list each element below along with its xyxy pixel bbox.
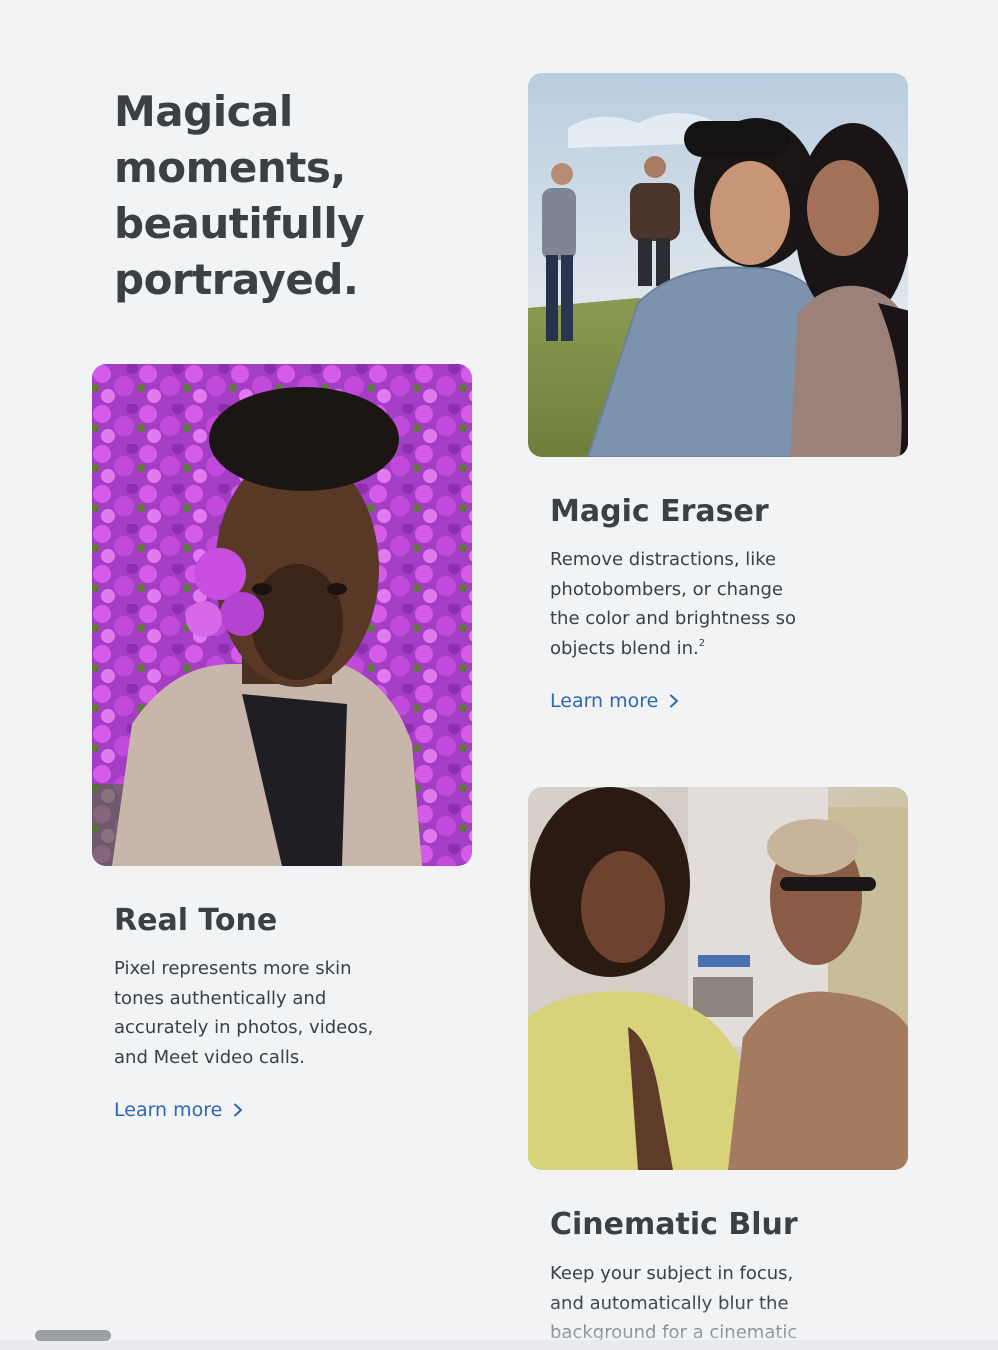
headline-line-1: Magical [114, 87, 293, 136]
magic-eraser-description-text: Remove distractions, like photobombers, … [550, 549, 796, 659]
cinematic-blur-description: Keep your subject in focus, and automati… [550, 1263, 798, 1343]
magic-eraser-title: Magic Eraser [550, 494, 769, 529]
magic-eraser-learn-more-link[interactable]: Learn more [550, 689, 680, 713]
real-tone-photo [92, 364, 472, 866]
footnote-marker[interactable]: 2 [699, 638, 705, 649]
real-tone-learn-more-link[interactable]: Learn more [114, 1098, 244, 1122]
cinematic-blur-photo [528, 787, 908, 1170]
real-tone-description: Pixel represents more skin tones authent… [114, 958, 374, 1068]
headline-line-4: portrayed. [114, 255, 359, 304]
cinematic-blur-title: Cinematic Blur [550, 1207, 798, 1242]
magic-eraser-description: Remove distractions, like photobombers, … [550, 545, 812, 663]
chevron-right-icon [670, 694, 679, 708]
bottom-fade [0, 1300, 998, 1340]
real-tone-title: Real Tone [114, 903, 278, 938]
learn-more-label: Learn more [114, 1099, 223, 1121]
learn-more-label: Learn more [550, 690, 659, 712]
horizontal-scrollbar-thumb[interactable] [35, 1330, 111, 1341]
headline-line-2: moments, [114, 143, 346, 192]
page: Magical moments, beautifully portrayed. [0, 0, 998, 1350]
headline-line-3: beautifully [114, 199, 365, 248]
magic-eraser-photo [528, 73, 908, 457]
section-headline: Magical moments, beautifully portrayed. [114, 84, 414, 308]
horizontal-scrollbar-track[interactable] [0, 1340, 998, 1350]
chevron-right-icon [234, 1103, 243, 1117]
